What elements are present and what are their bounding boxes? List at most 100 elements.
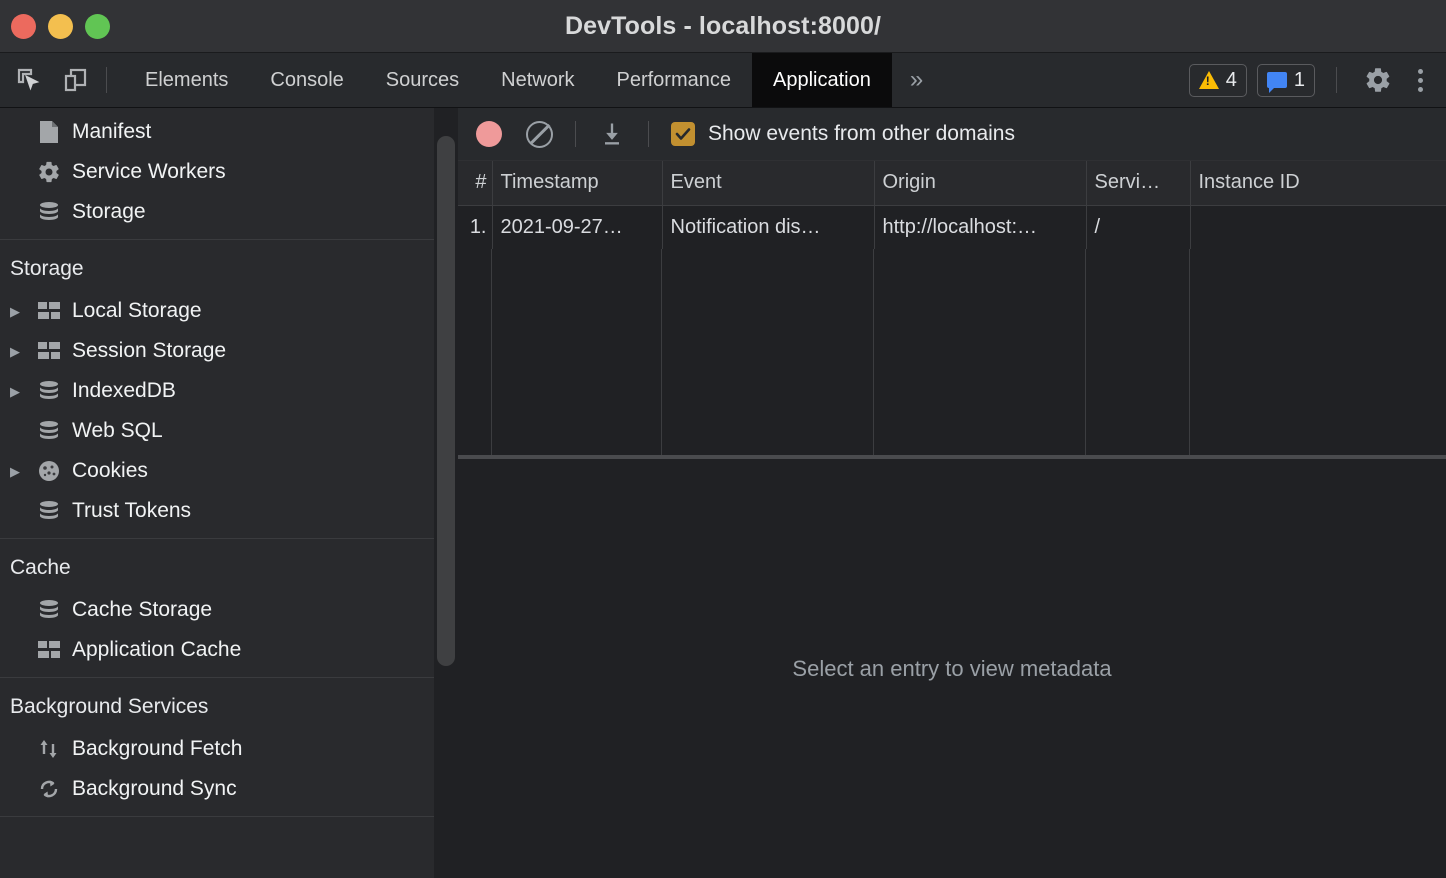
- panel-toolbar-divider-2: [648, 121, 649, 147]
- more-tabs-icon[interactable]: »: [892, 53, 941, 107]
- toolbar-status-area: 4 1: [1188, 61, 1446, 100]
- sidebar-item-label: Service Workers: [72, 160, 226, 183]
- warnings-counter[interactable]: 4: [1188, 63, 1247, 97]
- events-table-wrap: # Timestamp Event Origin Servi… Instance…: [458, 161, 1446, 459]
- sidebar-group-cache: Cache Cache Storage Application Cache: [0, 539, 458, 678]
- column-header-event[interactable]: Event: [662, 161, 875, 206]
- tab-label: Application: [773, 68, 871, 91]
- sidebar-item-label: Storage: [72, 200, 146, 223]
- metadata-placeholder: Select an entry to view metadata: [792, 655, 1112, 681]
- chevron-right-icon[interactable]: ▶: [10, 345, 26, 358]
- kebab-menu-icon[interactable]: [1407, 68, 1434, 92]
- tab-console[interactable]: Console: [249, 53, 364, 107]
- database-icon: [36, 418, 62, 444]
- devtools-tool-icons: [0, 61, 95, 100]
- tab-network[interactable]: Network: [480, 53, 595, 107]
- cell-timestamp: 2021-09-27…: [492, 205, 663, 249]
- sidebar-item-label: Local Storage: [72, 299, 202, 322]
- sidebar-item-label: Background Fetch: [72, 737, 243, 760]
- panel-toolbar-divider: [575, 121, 576, 147]
- window-title: DevTools - localhost:8000/: [564, 11, 882, 40]
- sidebar-item-local-storage[interactable]: ▶ Local Storage: [0, 291, 458, 331]
- show-other-domains-checkbox[interactable]: [671, 122, 695, 146]
- column-header-timestamp[interactable]: Timestamp: [492, 161, 663, 206]
- cell-service-worker: /: [1086, 205, 1191, 249]
- show-other-domains-label: Show events from other domains: [708, 122, 1015, 145]
- tab-application[interactable]: Application: [752, 53, 892, 107]
- sidebar-group-title: Cache: [10, 556, 71, 579]
- database-icon: [36, 378, 62, 404]
- table-icon: [36, 298, 62, 324]
- messages-counter[interactable]: 1: [1256, 63, 1315, 97]
- cell-instance-id: [1190, 205, 1446, 249]
- updown-arrows-icon: [36, 736, 62, 762]
- column-header-number[interactable]: #: [458, 161, 493, 206]
- gear-icon[interactable]: [1358, 61, 1397, 100]
- tab-label: Console: [270, 68, 344, 91]
- column-header-service-worker[interactable]: Servi…: [1086, 161, 1191, 206]
- sidebar-item-label: Cache Storage: [72, 598, 213, 621]
- device-toolbar-icon[interactable]: [56, 61, 95, 100]
- sidebar-item-label: Web SQL: [72, 419, 163, 442]
- sidebar-group-background-services: Background Services Background Fetch Bac…: [0, 678, 458, 817]
- chevron-right-icon[interactable]: ▶: [10, 305, 26, 318]
- sidebar-item-label: Background Sync: [72, 777, 237, 800]
- tab-label: Network: [501, 68, 575, 91]
- column-header-instance-id[interactable]: Instance ID: [1190, 161, 1446, 206]
- sidebar-item-cache-storage[interactable]: Cache Storage: [0, 590, 458, 630]
- download-icon[interactable]: [598, 120, 626, 148]
- clear-icon[interactable]: [526, 120, 553, 148]
- minimize-window-button[interactable]: [48, 13, 73, 39]
- sidebar-item-application-cache[interactable]: Application Cache: [0, 630, 458, 670]
- tab-elements[interactable]: Elements: [124, 53, 249, 107]
- toolbar-divider: [106, 67, 107, 93]
- database-icon: [36, 199, 62, 225]
- database-icon: [36, 498, 62, 524]
- sidebar-item-label: Application Cache: [72, 638, 242, 661]
- maximize-window-button[interactable]: [85, 13, 110, 39]
- sidebar-item-cookies[interactable]: ▶ Cookies: [0, 451, 458, 491]
- messages-count: 1: [1293, 68, 1305, 91]
- document-icon: [36, 119, 62, 145]
- table-header-row: # Timestamp Event Origin Servi… Instance…: [458, 161, 1446, 206]
- database-icon: [36, 597, 62, 623]
- inspect-element-icon[interactable]: [9, 61, 48, 100]
- chevron-right-icon[interactable]: ▶: [10, 385, 26, 398]
- events-table: # Timestamp Event Origin Servi… Instance…: [458, 161, 1446, 249]
- message-bubble-icon: [1266, 72, 1287, 93]
- tab-performance[interactable]: Performance: [596, 53, 753, 107]
- sidebar-scrollbar[interactable]: [434, 108, 458, 878]
- sidebar-scrollbar-thumb[interactable]: [437, 136, 455, 666]
- sidebar-item-label: Session Storage: [72, 339, 227, 362]
- background-services-panel: Show events from other domains # Timesta…: [458, 108, 1446, 878]
- cookie-icon: [36, 458, 62, 484]
- cell-number: 1.: [458, 205, 493, 249]
- devtools-tabbar: Elements Console Sources Network Perform…: [0, 53, 1446, 108]
- sidebar-item-background-fetch[interactable]: Background Fetch: [0, 729, 458, 769]
- sidebar-item-storage[interactable]: Storage: [0, 192, 458, 232]
- metadata-panel: Select an entry to view metadata: [458, 459, 1446, 878]
- sidebar-item-indexeddb[interactable]: ▶ IndexedDB: [0, 371, 458, 411]
- column-header-origin[interactable]: Origin: [874, 161, 1087, 206]
- sidebar-group-storage: Storage ▶ Local Storage ▶ Session Storag…: [0, 240, 458, 539]
- tab-label: Performance: [616, 68, 732, 91]
- tab-label: Elements: [145, 68, 229, 91]
- panel-toolbar: Show events from other domains: [458, 108, 1446, 161]
- close-window-button[interactable]: [11, 13, 36, 39]
- sidebar-item-session-storage[interactable]: ▶ Session Storage: [0, 331, 458, 371]
- sidebar-item-background-sync[interactable]: Background Sync: [0, 769, 458, 809]
- table-row[interactable]: 1. 2021-09-27… Notification dis… http://…: [458, 205, 1446, 249]
- sidebar-item-web-sql[interactable]: Web SQL: [0, 411, 458, 451]
- sidebar-item-label: Cookies: [72, 459, 148, 482]
- tab-sources[interactable]: Sources: [365, 53, 480, 107]
- sidebar-group-title: Storage: [10, 257, 84, 280]
- tab-label: Sources: [385, 68, 460, 91]
- record-icon[interactable]: [476, 121, 502, 147]
- table-icon: [36, 338, 62, 364]
- sidebar-item-manifest[interactable]: Manifest: [0, 112, 458, 152]
- cell-event: Notification dis…: [662, 205, 875, 249]
- sidebar-item-service-workers[interactable]: Service Workers: [0, 152, 458, 192]
- sidebar-item-trust-tokens[interactable]: Trust Tokens: [0, 491, 458, 531]
- chevron-right-icon[interactable]: ▶: [10, 465, 26, 478]
- events-table-empty-rows: [458, 249, 1446, 455]
